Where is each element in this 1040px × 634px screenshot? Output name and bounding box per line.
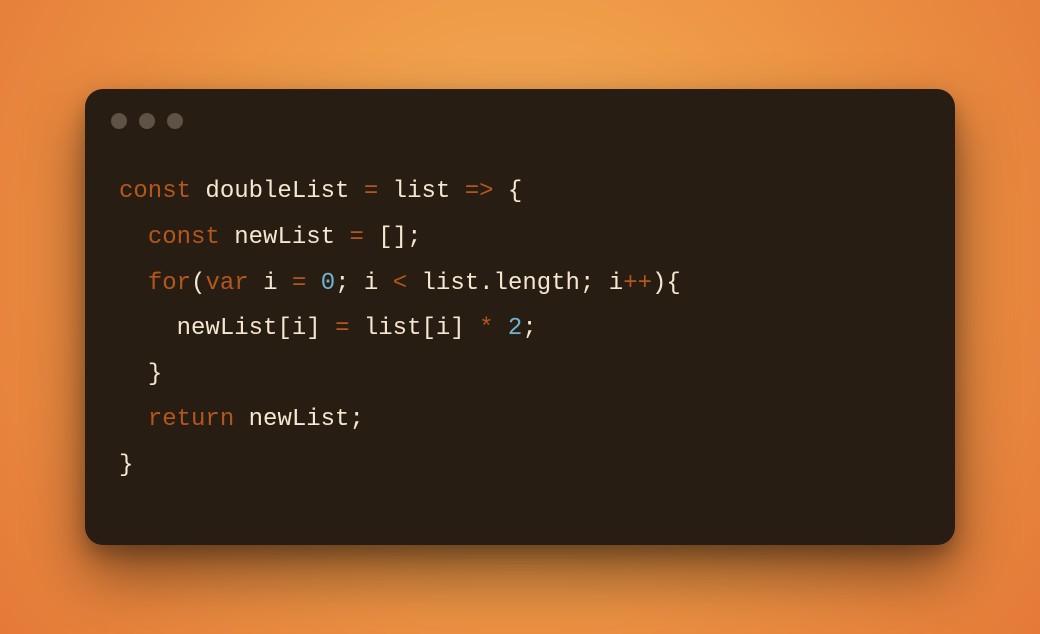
code-token-punct: [ <box>277 315 291 342</box>
code-token-punct: . <box>479 270 493 297</box>
code-token-keyword: for <box>148 270 191 297</box>
code-area: const doubleList = list => { const newLi… <box>85 141 955 544</box>
code-token-op: = <box>292 270 306 297</box>
code-token-keyword: return <box>148 406 234 433</box>
code-token-op: * <box>479 315 493 342</box>
code-token-ident: i <box>364 270 378 297</box>
code-token-op: = <box>364 178 378 205</box>
code-token-num: 2 <box>508 315 522 342</box>
code-token-punct: } <box>148 361 162 388</box>
code-token-def: newList <box>234 224 335 251</box>
code-token-prop: length <box>494 270 580 297</box>
code-token-punct: } <box>119 452 133 479</box>
code-token-punct: []; <box>378 224 421 251</box>
code-token-keyword: var <box>205 270 248 297</box>
code-token-op: = <box>335 315 349 342</box>
code-token-punct: ){ <box>652 270 681 297</box>
traffic-light-minimize-icon[interactable] <box>139 113 155 129</box>
code-token-ident: list <box>364 315 422 342</box>
code-token-ident: list <box>393 178 451 205</box>
code-token-punct: ; <box>580 270 594 297</box>
code-token-num: 0 <box>321 270 335 297</box>
window-titlebar <box>85 89 955 141</box>
code-token-op: < <box>393 270 407 297</box>
code-token-punct: ] <box>306 315 320 342</box>
code-token-ident: newList <box>249 406 350 433</box>
traffic-light-close-icon[interactable] <box>111 113 127 129</box>
code-token-punct: ; <box>522 315 536 342</box>
code-token-op: ++ <box>623 270 652 297</box>
code-window: const doubleList = list => { const newLi… <box>85 89 955 544</box>
code-token-punct: { <box>508 178 522 205</box>
code-token-ident: list <box>422 270 480 297</box>
code-token-punct: ; <box>349 406 363 433</box>
traffic-light-zoom-icon[interactable] <box>167 113 183 129</box>
code-token-op: = <box>349 224 363 251</box>
code-token-ident: newList <box>177 315 278 342</box>
code-token-ident: i <box>263 270 277 297</box>
code-token-op: => <box>465 178 494 205</box>
code-token-punct: ] <box>450 315 464 342</box>
code-token-def: doubleList <box>205 178 349 205</box>
code-token-punct: ( <box>191 270 205 297</box>
code-token-punct: ; <box>335 270 349 297</box>
code-token-ident: i <box>292 315 306 342</box>
code-token-ident: i <box>609 270 623 297</box>
code-token-punct: [ <box>421 315 435 342</box>
code-token-keyword: const <box>119 178 191 205</box>
code-token-ident: i <box>436 315 450 342</box>
code-block: const doubleList = list => { const newLi… <box>119 169 921 488</box>
code-token-keyword: const <box>148 224 220 251</box>
